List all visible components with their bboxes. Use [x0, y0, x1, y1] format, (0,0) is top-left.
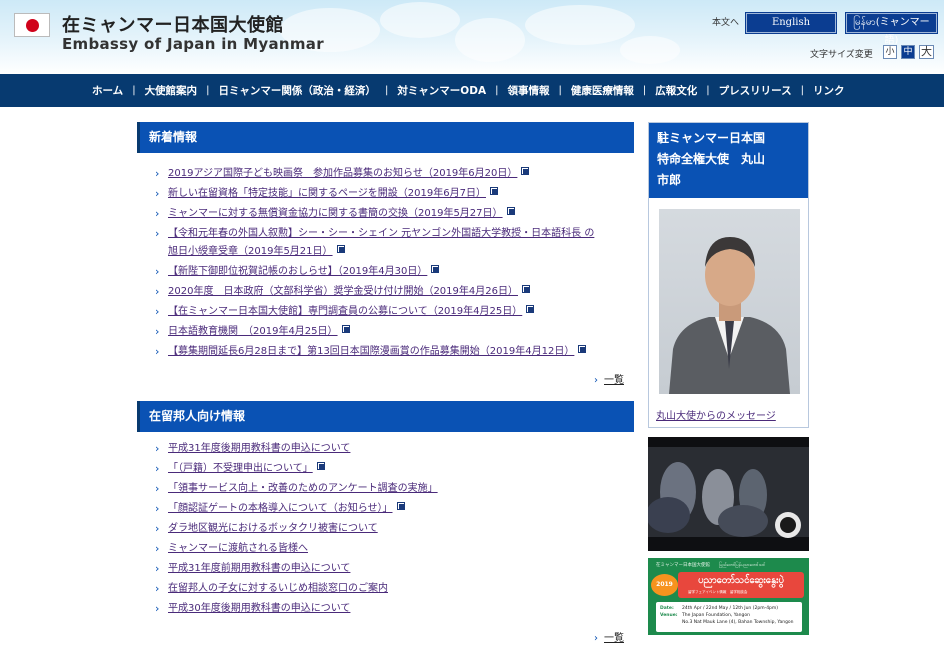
- nav-separator: |: [800, 85, 804, 96]
- nav-press[interactable]: プレスリリース: [719, 83, 792, 98]
- banner-subtitle: 留学フェアイベント情報 留学相談会: [688, 590, 748, 594]
- nav-embassy-info[interactable]: 大使館案内: [145, 83, 198, 98]
- site-header: 在ミャンマー日本国大使館 Embassy of Japan in Myanmar…: [0, 0, 944, 74]
- news-item[interactable]: 【令和元年春の外国人叙勲】シー・シー・シェイン 元ヤンゴン外国語大学教授・日本語…: [155, 225, 625, 261]
- myanmar-language-button[interactable]: မြန်မာ(ミャンマー語): [846, 13, 937, 46]
- nav-separator: |: [642, 85, 647, 96]
- banner-info-box: Date: 24th Apr / 22nd May / 12th Jun (2pm…: [656, 602, 802, 632]
- external-link-icon: [521, 167, 530, 175]
- study-fair-banner[interactable]: 在ミャンマー日本国大使館 ပြည်တော်ပြန်ပညာတော်သင် 2019…: [648, 558, 809, 635]
- news-item[interactable]: 2019アジア国際子ども映画祭 参加作品募集のお知らせ（2019年6月20日）: [155, 165, 625, 183]
- font-size-small-button[interactable]: 小: [883, 45, 897, 59]
- news-item[interactable]: 新しい在留資格「特定技能」に関するページを開設（2019年6月7日）: [155, 185, 625, 203]
- residents-item[interactable]: 平成30年度後期用教科書の申込について: [155, 600, 625, 618]
- external-link-icon: [396, 502, 405, 510]
- news-more-link[interactable]: › 一覧: [594, 371, 624, 386]
- japan-flag-icon: [14, 13, 50, 37]
- nav-oda[interactable]: 対ミャンマーODA: [397, 83, 486, 98]
- banner-year-badge: 2019: [651, 574, 678, 596]
- external-link-icon: [336, 245, 345, 253]
- external-link-icon: [578, 345, 587, 353]
- nav-separator: |: [558, 85, 562, 96]
- news-item[interactable]: 2020年度 日本政府（文部科学省）奨学金受け付け開始（2019年4月26日）: [155, 283, 625, 301]
- residents-item[interactable]: 「（戸籍）不受理申出について」: [155, 460, 625, 478]
- residents-item[interactable]: 平成31年度後期用教科書の申込について: [155, 440, 625, 458]
- residents-item[interactable]: 平成31年度前期用教科書の申込について: [155, 560, 625, 578]
- nav-culture[interactable]: 広報文化: [655, 83, 697, 98]
- residents-list: 平成31年度後期用教科書の申込について 「（戸籍）不受理申出について」 「領事サ…: [155, 440, 625, 618]
- nav-separator: |: [206, 85, 210, 96]
- residents-heading: 在留邦人向け情報: [137, 401, 634, 432]
- residents-item[interactable]: ダラ地区観光におけるボッタクリ被害について: [155, 520, 625, 538]
- font-size-large-button[interactable]: 大: [919, 45, 934, 59]
- world-map-background: [280, 2, 680, 64]
- skip-to-content-link[interactable]: 本文へ: [712, 15, 739, 28]
- residents-item[interactable]: 「顔認証ゲートの本格導入について（お知らせ）」: [155, 500, 625, 518]
- font-size-medium-button[interactable]: 中: [901, 45, 915, 59]
- ambassador-box: 駐ミャンマー日本国 特命全権大使 丸山 市郎 丸山大使からのメッセージ: [648, 122, 809, 428]
- nav-consular[interactable]: 領事情報: [507, 83, 549, 98]
- nav-links[interactable]: リンク: [813, 83, 845, 98]
- chevron-right-icon: ›: [594, 633, 598, 644]
- external-link-icon: [526, 305, 535, 313]
- nav-separator: |: [384, 85, 389, 96]
- external-link-icon: [506, 207, 515, 215]
- nav-home[interactable]: ホーム: [92, 83, 123, 98]
- nav-separator: |: [132, 85, 136, 96]
- chevron-right-icon: ›: [594, 375, 598, 386]
- banner-top-text: 在ミャンマー日本国大使館 ပြည်တော်ပြန်ပညာတော်သင်: [656, 563, 766, 568]
- external-link-icon: [489, 187, 498, 195]
- residents-item[interactable]: ミャンマーに渡航される皆様へ: [155, 540, 625, 558]
- main-navigation: ホーム | 大使館案内 | 日ミャンマー関係（政治・経済） | 対ミャンマーOD…: [0, 74, 944, 107]
- english-language-button[interactable]: English: [746, 13, 836, 33]
- nav-separator: |: [495, 85, 499, 96]
- site-title-japanese[interactable]: 在ミャンマー日本国大使館: [62, 11, 284, 37]
- news-item[interactable]: 【新陛下御即位祝賀記帳のおしらせ】（2019年4月30日）: [155, 263, 625, 281]
- video-thumbnail[interactable]: [648, 437, 809, 551]
- ambassador-title: 駐ミャンマー日本国 特命全権大使 丸山 市郎: [649, 123, 808, 198]
- news-list: 2019アジア国際子ども映画祭 参加作品募集のお知らせ（2019年6月20日） …: [155, 165, 625, 361]
- font-size-label: 文字サイズ変更: [810, 50, 873, 60]
- residents-item[interactable]: 在留邦人の子女に対するいじめ相談窓口のご案内: [155, 580, 625, 598]
- news-item[interactable]: 日本語教育機関 （2019年4月25日）: [155, 323, 625, 341]
- external-link-icon: [316, 462, 325, 470]
- nav-separator: |: [706, 85, 710, 96]
- news-item[interactable]: 【募集期間延長6月28日まで】第13回日本国際漫画賞の作品募集開始（2019年4…: [155, 343, 625, 361]
- external-link-icon: [522, 285, 530, 293]
- news-item[interactable]: 【在ミャンマー日本国大使館】専門調査員の公募について（2019年4月25日）: [155, 303, 625, 321]
- nav-relations[interactable]: 日ミャンマー関係（政治・経済）: [218, 83, 376, 98]
- residents-item[interactable]: 「領事サービス向上・改善のためのアンケート調査の実施」: [155, 480, 625, 498]
- ambassador-message-link[interactable]: 丸山大使からのメッセージ: [656, 407, 776, 422]
- external-link-icon: [431, 265, 440, 273]
- external-link-icon: [341, 325, 350, 333]
- ambassador-photo[interactable]: [659, 209, 800, 394]
- nav-health[interactable]: 健康医療情報: [571, 83, 634, 98]
- news-heading: 新着情報: [137, 122, 634, 153]
- news-item[interactable]: ミャンマーに対する無償資金協力に関する書簡の交換（2019年5月27日）: [155, 205, 625, 223]
- residents-more-link[interactable]: › 一覧: [594, 629, 624, 644]
- site-title-english[interactable]: Embassy of Japan in Myanmar: [62, 35, 324, 53]
